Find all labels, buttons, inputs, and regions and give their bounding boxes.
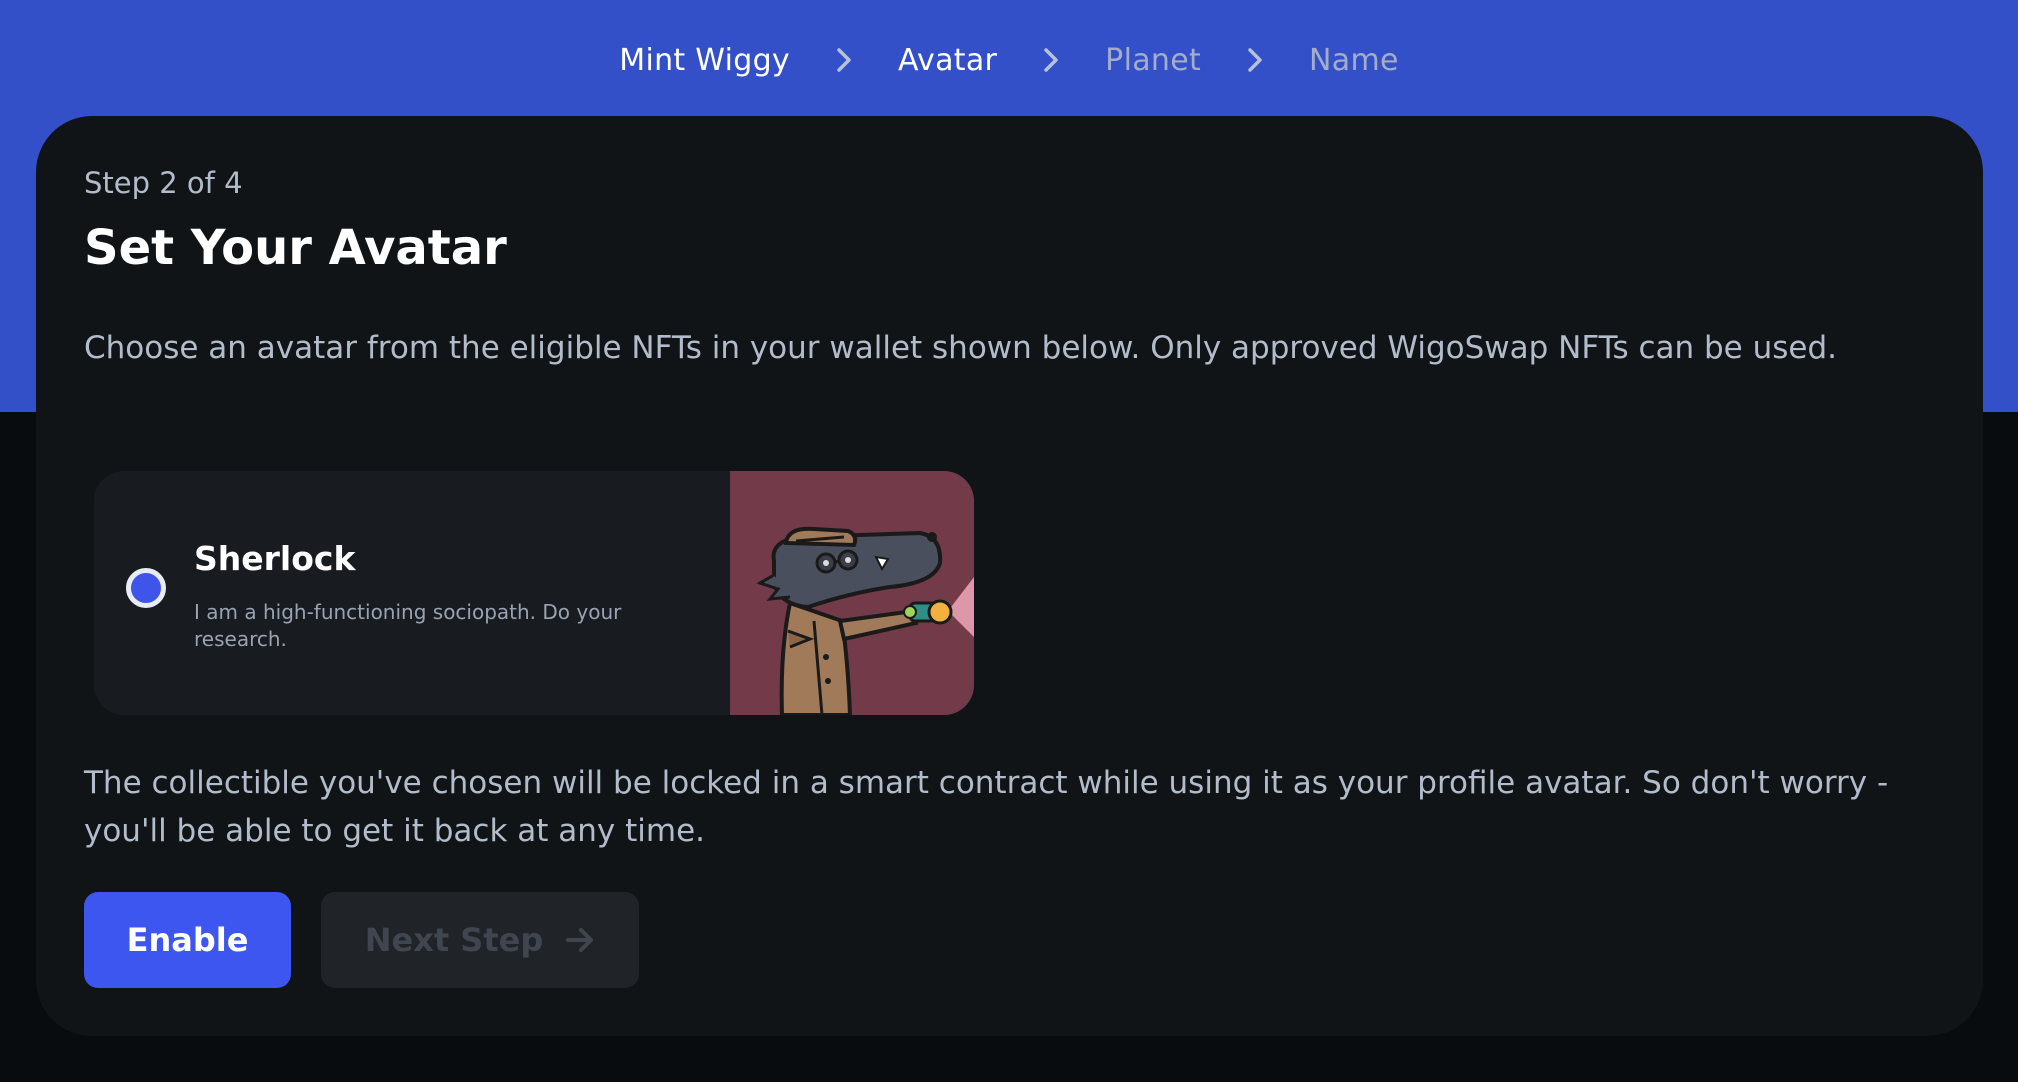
breadcrumb-item-avatar[interactable]: Avatar — [898, 43, 997, 78]
next-step-button-label: Next Step — [364, 921, 544, 959]
chevron-right-icon — [1233, 45, 1277, 75]
nft-image-sherlock — [730, 471, 974, 715]
next-step-button[interactable]: Next Step — [321, 892, 639, 988]
chevron-right-icon — [822, 45, 866, 75]
breadcrumb: Mint Wiggy Avatar Planet Name — [0, 28, 2018, 92]
avatar-step-card: Step 2 of 4 Set Your Avatar Choose an av… — [36, 116, 1983, 1036]
page-title: Set Your Avatar — [84, 220, 507, 276]
enable-button-label: Enable — [126, 921, 249, 959]
enable-button[interactable]: Enable — [84, 892, 291, 988]
nft-description: I am a high-functioning sociopath. Do yo… — [194, 600, 622, 651]
nft-name: Sherlock — [194, 539, 356, 578]
chevron-right-icon — [1029, 45, 1073, 75]
step-description: Choose an avatar from the eligible NFTs … — [84, 330, 1838, 366]
breadcrumb-item-planet[interactable]: Planet — [1105, 43, 1201, 78]
step-indicator: Step 2 of 4 — [84, 166, 243, 200]
arrow-right-icon — [565, 926, 595, 954]
nft-radio-button[interactable] — [126, 568, 166, 608]
breadcrumb-item-name[interactable]: Name — [1309, 43, 1399, 78]
breadcrumb-item-mint-wiggy[interactable]: Mint Wiggy — [619, 43, 790, 78]
nft-option-sherlock[interactable]: Sherlock I am a high-functioning sociopa… — [94, 471, 974, 715]
lock-notice: The collectible you've chosen will be lo… — [84, 765, 1889, 849]
